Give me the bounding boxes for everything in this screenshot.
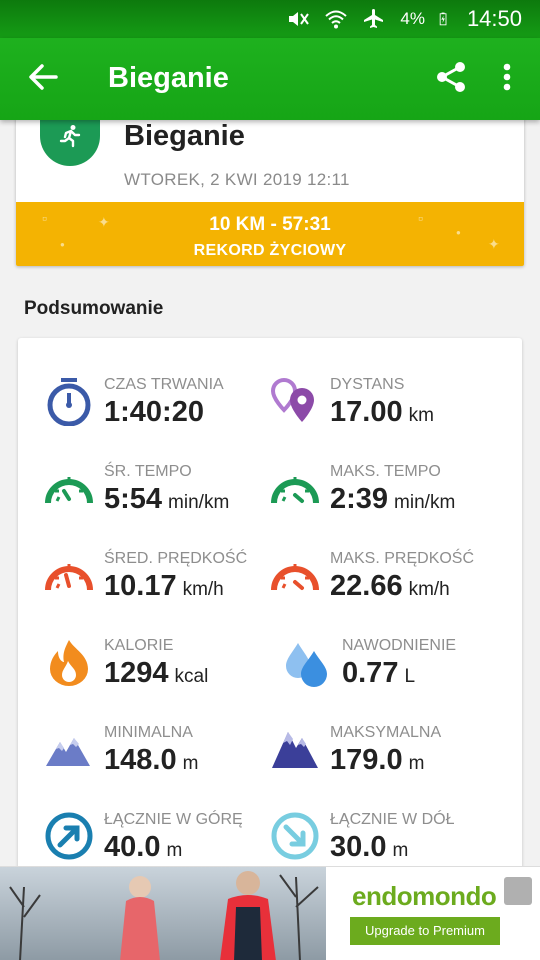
stat-value: 17.00 km	[330, 396, 434, 428]
stat-label: ŚR. TEMPO	[104, 463, 192, 480]
location-pins-icon	[270, 377, 314, 422]
stat-value: 30.0 m	[330, 831, 409, 863]
stat-label: NAWODNIENIE	[342, 637, 457, 654]
stat-value: 10.17 km/h	[104, 570, 224, 602]
personal-record-banner[interactable]: ▫ ✦ ● ▫ ● ✦ 10 KM - 57:31 REKORD ŻYCIOWY	[16, 202, 524, 266]
stat-label: MINIMALNA	[104, 724, 193, 741]
water-drops-icon	[286, 643, 327, 687]
low-mountain-icon	[46, 738, 90, 766]
stat-calories: KALORIE 1294 kcal	[44, 637, 274, 717]
battery-charging-icon	[439, 12, 447, 26]
stat-label: CZAS TRWANIA	[104, 376, 224, 393]
ascent-arrow-icon	[45, 812, 93, 860]
sparkle-icon: ✦	[98, 214, 110, 230]
max-speed-gauge-icon	[271, 564, 319, 591]
mute-icon	[289, 12, 310, 26]
stat-label: MAKS. PRĘDKOŚĆ	[330, 550, 475, 567]
sparkle-icon: ●	[456, 228, 461, 237]
ad-brand-logo: endomondo	[352, 881, 497, 911]
stat-max-speed: MAKS. PRĘDKOŚĆ 22.66 km/h	[270, 550, 500, 630]
flame-icon	[50, 640, 88, 686]
max-pace-gauge-icon	[271, 477, 319, 504]
more-options-icon[interactable]	[494, 60, 520, 94]
stat-label: ŁĄCZNIE W GÓRĘ	[104, 811, 243, 828]
upgrade-premium-button[interactable]: Upgrade to Premium	[350, 917, 500, 945]
stat-avg-speed: ŚRED. PRĘDKOŚĆ 10.17 km/h	[44, 550, 274, 630]
battery-percent: 4%	[400, 9, 425, 28]
app-bar: Bieganie	[0, 38, 540, 120]
sparkle-icon: ▫	[418, 210, 423, 226]
stat-value: 22.66 km/h	[330, 570, 450, 602]
stat-min-altitude: MINIMALNA 148.0 m	[44, 724, 274, 804]
record-value: 10 KM - 57:31	[209, 214, 331, 235]
pace-gauge-icon	[45, 477, 93, 504]
summary-card: CZAS TRWANIA 1:40:20 DYSTANS 17.00 km ŚR.…	[18, 338, 522, 898]
stat-value: 2:39 min/km	[330, 483, 456, 515]
activity-date: WTOREK, 2 KWI 2019 12:11	[124, 170, 350, 189]
stopwatch-icon	[47, 378, 91, 426]
stat-label: DYSTANS	[330, 376, 405, 393]
stat-avg-pace: ŚR. TEMPO 5:54 min/km	[44, 463, 274, 543]
page-title: Bieganie	[108, 62, 229, 94]
stat-value: 179.0 m	[330, 744, 425, 776]
wifi-icon	[325, 10, 348, 29]
stat-label: ŚRED. PRĘDKOŚĆ	[104, 550, 248, 567]
stat-value: 1:40:20	[104, 396, 204, 428]
stat-label: MAKSYMALNA	[330, 724, 442, 741]
stat-duration: CZAS TRWANIA 1:40:20	[44, 376, 274, 456]
stat-hydration: NAWODNIENIE 0.77 L	[282, 637, 512, 717]
high-mountain-icon	[272, 732, 318, 768]
ad-photo	[0, 867, 326, 960]
stat-label: ŁĄCZNIE W DÓŁ	[330, 811, 455, 828]
activity-name: Bieganie	[124, 120, 245, 152]
stat-max-pace: MAKS. TEMPO 2:39 min/km	[270, 463, 500, 543]
stat-label: MAKS. TEMPO	[330, 463, 441, 480]
stat-value: 1294 kcal	[104, 657, 209, 689]
back-arrow-icon[interactable]	[26, 60, 60, 94]
ad-choices-icon[interactable]	[504, 877, 532, 905]
stat-distance: DYSTANS 17.00 km	[270, 376, 500, 456]
running-icon	[40, 114, 100, 166]
sparkle-icon: ●	[60, 240, 65, 249]
record-label: REKORD ŻYCIOWY	[193, 242, 347, 259]
stat-value: 0.77 L	[342, 657, 416, 689]
sparkle-icon: ▫	[42, 210, 47, 226]
summary-title: Podsumowanie	[24, 298, 164, 319]
stat-max-altitude: MAKSYMALNA 179.0 m	[270, 724, 500, 804]
stat-value: 148.0 m	[104, 744, 199, 776]
stat-value: 5:54 min/km	[104, 483, 230, 515]
share-icon[interactable]	[434, 60, 468, 94]
sparkle-icon: ✦	[488, 236, 500, 252]
descent-arrow-icon	[271, 812, 319, 860]
stat-value: 40.0 m	[104, 831, 183, 863]
status-bar: 4% 14:50	[0, 0, 540, 38]
activity-header-card: Bieganie WTOREK, 2 KWI 2019 12:11 ▫ ✦ ● …	[16, 100, 524, 266]
airplane-icon	[364, 9, 384, 28]
clock: 14:50	[466, 6, 522, 31]
stat-label: KALORIE	[104, 637, 174, 654]
speed-gauge-icon	[45, 564, 93, 591]
ad-banner[interactable]: endomondo Upgrade to Premium	[0, 866, 540, 960]
